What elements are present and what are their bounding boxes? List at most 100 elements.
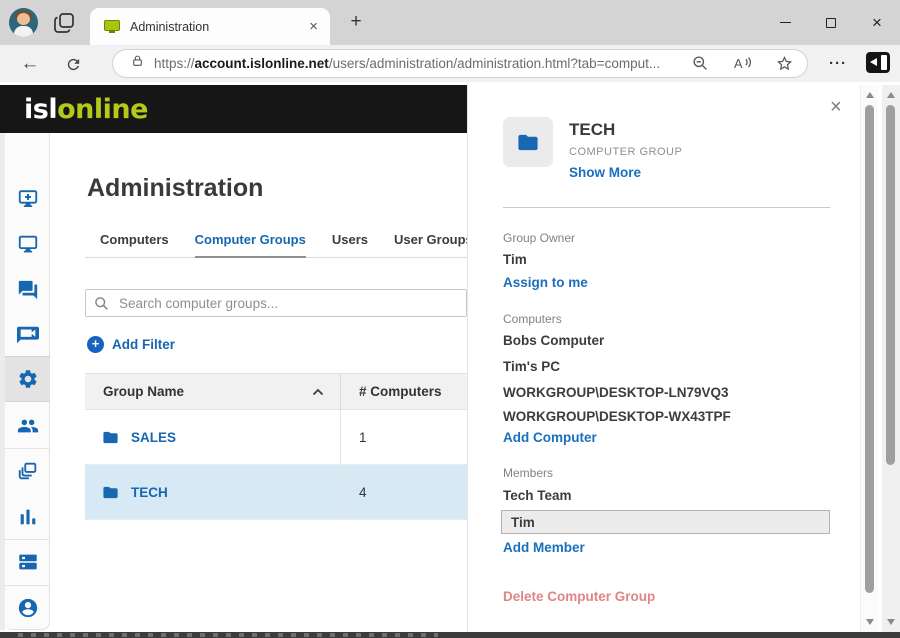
url-path: /users/administration/administration.htm… [329, 56, 660, 71]
svg-text:A: A [734, 56, 743, 71]
back-button[interactable]: ← [17, 51, 43, 77]
sidebar-item-users[interactable] [5, 403, 50, 448]
delete-computer-group-link[interactable]: Delete Computer Group [503, 589, 655, 604]
scroll-up-icon[interactable] [887, 92, 895, 98]
avatar-face [17, 13, 30, 25]
panel-close-icon[interactable]: × [830, 96, 842, 119]
browser-scrollbar-thumb[interactable] [886, 105, 895, 465]
bottom-edge-strip [0, 632, 900, 638]
avatar-body [14, 26, 33, 37]
browser-scrollbar[interactable] [882, 85, 900, 632]
tab-user-groups[interactable]: User Groups [394, 232, 473, 257]
window-close-button[interactable]: × [854, 0, 900, 45]
settings-menu-icon[interactable]: ··· [824, 48, 852, 78]
group-computer-count: 4 [340, 465, 467, 519]
settings-gear-icon [17, 368, 39, 390]
panel-divider [503, 207, 830, 208]
scroll-down-icon[interactable] [887, 619, 895, 625]
tab-computers[interactable]: Computers [100, 232, 169, 257]
groups-table: Group Name # Computers SALES 1 [85, 373, 467, 520]
sidebar-item-servers[interactable] [5, 539, 50, 584]
page-content: islonline [0, 82, 900, 638]
tab-close-icon[interactable]: × [309, 19, 318, 34]
assign-to-me-link[interactable]: Assign to me [503, 275, 588, 290]
table-row-tech[interactable]: TECH 4 [85, 465, 467, 520]
zoom-out-icon[interactable] [692, 55, 709, 72]
tab-bar: Computers Computer Groups Users User Gro… [85, 232, 467, 258]
column-computers[interactable]: # Computers [340, 374, 467, 409]
group-name: SALES [131, 430, 176, 445]
add-computer-link[interactable]: Add Computer [503, 430, 597, 445]
sidebar-item-video-calls[interactable] [5, 312, 50, 357]
sidebar-item-sessions[interactable] [5, 448, 50, 493]
column-group-name-label: Group Name [103, 384, 184, 399]
sidebar [5, 133, 50, 630]
title-bar: Administration × + × [0, 0, 900, 45]
browser-toolbar: ← https://account.islonline.net/users/ad… [0, 45, 900, 82]
group-owner-label: Group Owner [503, 231, 575, 245]
search-icon [94, 296, 109, 311]
search-box [85, 289, 467, 317]
table-header: Group Name # Computers [85, 373, 467, 410]
minimize-button[interactable] [762, 0, 808, 45]
add-computer-icon [17, 188, 39, 210]
tab-title: Administration [130, 20, 309, 34]
address-bar[interactable]: https://account.islonline.net/users/admi… [112, 49, 808, 78]
sidebar-item-settings[interactable] [5, 356, 50, 402]
folder-icon [515, 131, 541, 154]
read-aloud-icon[interactable]: A [733, 55, 752, 72]
url-text: https://account.islonline.net/users/admi… [154, 56, 660, 71]
browser-tab[interactable]: Administration × [90, 8, 330, 45]
column-group-name[interactable]: Group Name [85, 374, 340, 409]
computer-item: WORKGROUP\DESKTOP-LN79VQ3 [503, 385, 729, 400]
group-icon-tile [503, 117, 553, 167]
computer-icon [17, 233, 39, 255]
sidebar-item-computers[interactable] [5, 221, 50, 266]
split-screen-icon[interactable] [866, 52, 890, 73]
tab-users[interactable]: Users [332, 232, 368, 257]
server-icon [17, 551, 39, 573]
page-title: Administration [87, 174, 263, 203]
lock-icon [131, 54, 144, 73]
panel-scrollbar-thumb[interactable] [865, 105, 874, 593]
favorites-star-icon[interactable] [776, 55, 793, 72]
member-item: Tech Team [503, 488, 572, 503]
computer-item: Tim's PC [503, 359, 560, 374]
table-row-sales[interactable]: SALES 1 [85, 410, 467, 465]
islonline-logo: islonline [24, 94, 148, 125]
computers-label: Computers [503, 312, 562, 326]
workspaces-icon[interactable] [52, 11, 76, 35]
reload-button[interactable] [60, 51, 86, 77]
computer-item: Bobs Computer [503, 333, 604, 348]
member-name: Tim [511, 515, 535, 530]
search-input[interactable] [117, 295, 458, 312]
users-icon [17, 415, 39, 437]
new-tab-button[interactable]: + [344, 10, 368, 34]
panel-subtitle: COMPUTER GROUP [569, 146, 682, 158]
add-member-link[interactable]: Add Member [503, 540, 585, 555]
scroll-down-icon[interactable] [866, 619, 874, 625]
windows-stack-icon [17, 460, 39, 482]
app-header: islonline [0, 85, 467, 133]
bar-chart-icon [17, 506, 39, 528]
sidebar-item-add-computer[interactable] [5, 176, 50, 221]
tab-computer-groups[interactable]: Computer Groups [195, 232, 306, 258]
sidebar-item-reports[interactable] [5, 494, 50, 539]
panel-scrollbar[interactable] [860, 85, 878, 632]
url-domain: account.islonline.net [195, 56, 329, 71]
chat-icon [17, 279, 39, 301]
sidebar-item-chats[interactable] [5, 267, 50, 312]
maximize-button[interactable] [808, 0, 854, 45]
profile-avatar[interactable] [9, 8, 38, 37]
folder-icon [101, 429, 120, 446]
sidebar-item-account[interactable] [5, 585, 50, 630]
url-scheme: https:// [154, 56, 195, 71]
detail-panel: × TECH COMPUTER GROUP Show More Group Ow… [467, 82, 862, 632]
add-filter-button[interactable]: + Add Filter [87, 336, 175, 353]
scroll-up-icon[interactable] [866, 92, 874, 98]
account-icon [17, 597, 39, 619]
browser-window: Administration × + × ← https://acc [0, 0, 900, 638]
member-item-highlighted[interactable]: Tim [501, 510, 830, 534]
sort-ascending-icon[interactable] [312, 388, 324, 396]
show-more-link[interactable]: Show More [569, 165, 641, 180]
